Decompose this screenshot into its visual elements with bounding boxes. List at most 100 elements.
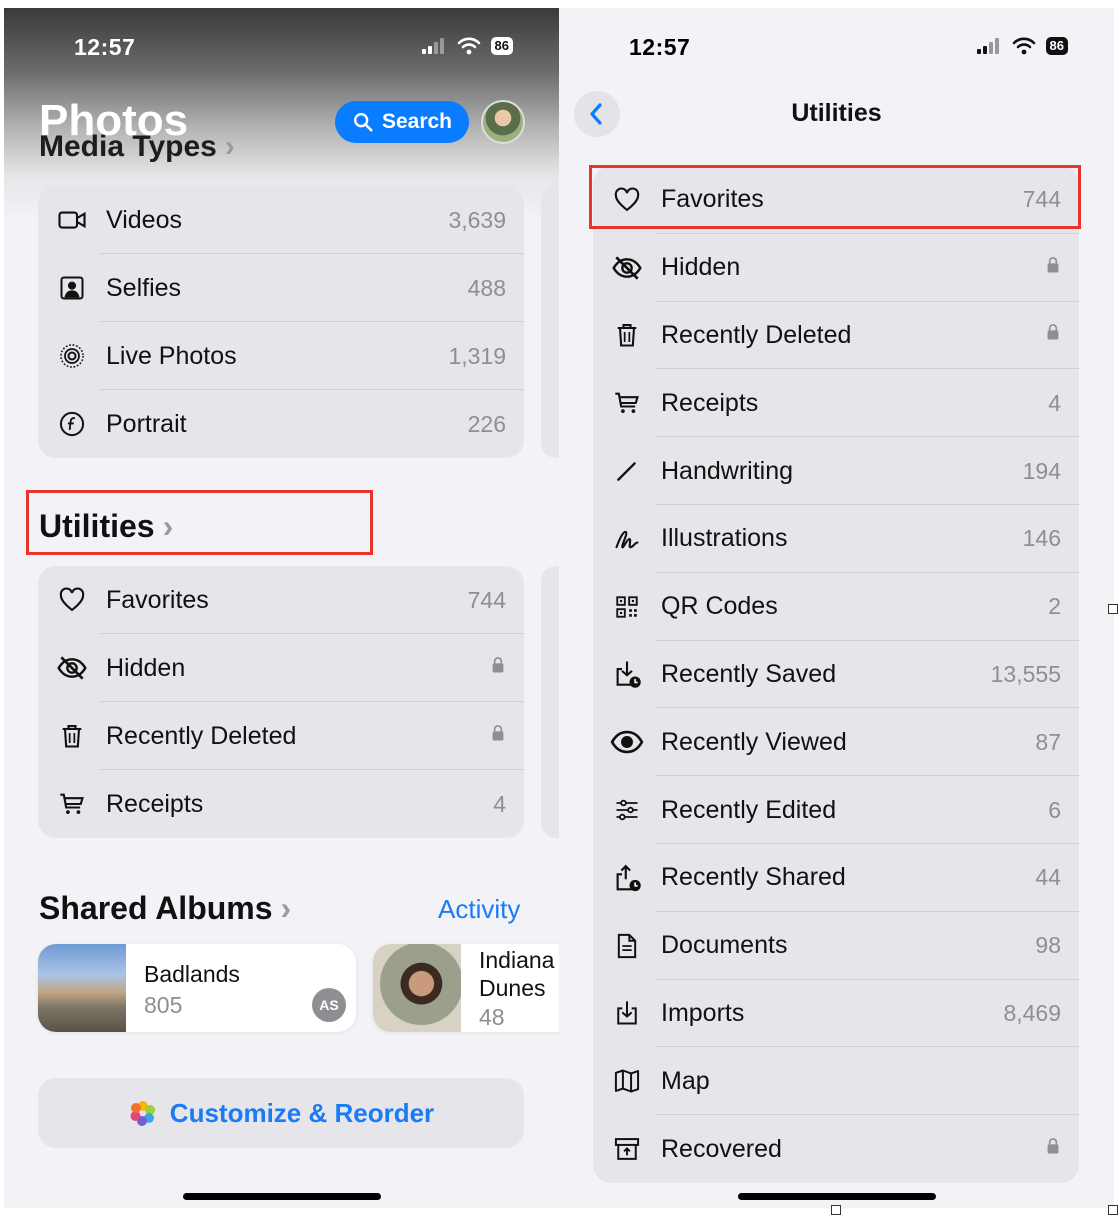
list-item[interactable]: Receipts 4 (593, 369, 1079, 438)
chevron-right-icon: › (224, 130, 235, 163)
home-indicator (182, 1193, 381, 1200)
cellular-signal-icon (419, 37, 447, 55)
list-item-count: 87 (1035, 728, 1061, 755)
list-item-label: QR Codes (661, 592, 778, 621)
list-item[interactable]: Portrait 226 (38, 390, 524, 458)
utilities-card: Favorites 744 Hidden Recently Deleted Re… (38, 566, 524, 838)
shared-albums-heading[interactable]: Shared Albums › (39, 890, 291, 927)
list-item-label: Videos (106, 205, 182, 234)
resize-handle[interactable] (831, 1205, 841, 1215)
resize-handle[interactable] (1108, 604, 1118, 614)
photos-screen: 12:57 86 Media Types › Photos Search Vide… (4, 8, 559, 1208)
photos-app-icon (130, 1101, 155, 1126)
search-icon (352, 111, 374, 133)
activity-link[interactable]: Activity (438, 894, 520, 925)
pencil-icon (614, 458, 640, 484)
list-item-label: Map (661, 1066, 710, 1095)
next-card-peek (541, 186, 559, 458)
chevron-left-icon (590, 103, 602, 125)
customize-label: Customize & Reorder (169, 1097, 435, 1128)
list-item-count: 13,555 (990, 660, 1061, 687)
search-button[interactable]: Search (335, 101, 469, 143)
list-item-label: Documents (661, 931, 788, 960)
lock-icon (488, 654, 508, 682)
utilities-list: Favorites 744 Hidden Recently Deleted Rec… (593, 166, 1079, 1183)
utilities-screen: 12:57 86 Utilities Favorites 744 Hidden R… (559, 8, 1114, 1208)
list-item[interactable]: Selfies 488 (38, 254, 524, 322)
list-item-label: Hidden (661, 253, 741, 282)
list-item[interactable]: Imports 8,469 (593, 980, 1079, 1048)
list-item-count: 4 (493, 790, 506, 817)
list-item-count: 226 (467, 410, 506, 437)
lock-icon (1043, 321, 1063, 349)
highlight-box (26, 490, 373, 555)
live-photos-icon (58, 342, 86, 370)
media-types-card: Videos 3,639 Selfies 488 Live Photos 1,3… (38, 186, 524, 458)
battery-icon: 86 (490, 37, 513, 55)
page-title: Utilities (791, 99, 882, 127)
list-item-label: Imports (661, 998, 745, 1027)
list-item-label: Receipts (106, 789, 204, 818)
status-icons: 86 (419, 37, 513, 55)
lock-icon (1043, 1135, 1063, 1163)
cellular-signal-icon (974, 37, 1002, 55)
list-item-label: Recently Saved (661, 659, 837, 688)
list-item-count: 1,319 (448, 342, 506, 369)
list-item-label: Recently Edited (661, 795, 837, 824)
highlight-box (589, 165, 1081, 229)
list-item-count: 146 (1022, 525, 1061, 552)
list-item[interactable]: Recently Shared 44 (593, 844, 1079, 912)
list-item-label: Selfies (106, 273, 182, 302)
list-item[interactable]: Handwriting 194 (593, 437, 1079, 505)
wifi-icon (456, 37, 482, 55)
recently-saved-icon (612, 659, 642, 689)
status-time: 12:57 (629, 34, 691, 60)
trash-icon (58, 722, 86, 750)
customize-reorder-button[interactable]: Customize & Reorder (38, 1078, 524, 1148)
list-item-count: 98 (1035, 932, 1061, 959)
list-item[interactable]: Hidden (593, 234, 1079, 302)
list-item[interactable]: Recently Viewed 87 (593, 708, 1079, 777)
qr-code-icon (614, 594, 640, 620)
list-item[interactable]: Recently Deleted (593, 302, 1079, 370)
avatar[interactable] (481, 100, 525, 144)
album-card-badlands[interactable]: Badlands 805 AS (38, 944, 356, 1032)
list-item[interactable]: Illustrations 146 (593, 505, 1079, 573)
list-item-label: Illustrations (661, 524, 788, 553)
list-item-label: Recently Deleted (661, 320, 852, 349)
search-label: Search (381, 110, 453, 133)
avatar: AS (312, 988, 346, 1022)
lock-icon (1043, 254, 1063, 282)
list-item[interactable]: Videos 3,639 (38, 186, 524, 254)
list-item[interactable]: QR Codes 2 (593, 573, 1079, 641)
list-item-count: 744 (467, 586, 506, 613)
list-item[interactable]: Favorites 744 (38, 566, 524, 634)
list-item-count: 8,469 (1003, 999, 1061, 1026)
album-thumbnail (373, 944, 461, 1032)
next-card-peek (541, 566, 559, 838)
list-item[interactable]: Recovered (593, 1115, 1079, 1183)
list-item-label: Hidden (106, 653, 186, 682)
archive-icon (613, 1135, 641, 1163)
heart-icon (58, 586, 86, 614)
list-item[interactable]: Documents 98 (593, 912, 1079, 980)
list-item[interactable]: Receipts 4 (38, 770, 524, 838)
list-item[interactable]: Map (593, 1047, 1079, 1116)
list-item[interactable]: Recently Edited 6 (593, 776, 1079, 844)
album-card-indiana-dunes[interactable]: Indiana Dunes 48 (373, 944, 559, 1032)
battery-icon: 86 (1045, 37, 1068, 55)
list-item-count: 3,639 (448, 206, 506, 233)
resize-handle[interactable] (1108, 1205, 1118, 1215)
list-item[interactable]: Live Photos 1,319 (38, 322, 524, 390)
list-item-label: Recently Viewed (661, 727, 847, 756)
status-bar: 12:57 86 (4, 34, 559, 64)
page-title: Photos (39, 96, 189, 145)
back-button[interactable] (574, 91, 620, 137)
list-item[interactable]: Hidden (38, 634, 524, 702)
trash-icon (613, 321, 641, 349)
portrait-icon (58, 410, 86, 438)
list-item-label: Live Photos (106, 341, 237, 370)
list-item-count: 488 (467, 274, 506, 301)
list-item[interactable]: Recently Saved 13,555 (593, 641, 1079, 709)
list-item[interactable]: Recently Deleted (38, 702, 524, 770)
